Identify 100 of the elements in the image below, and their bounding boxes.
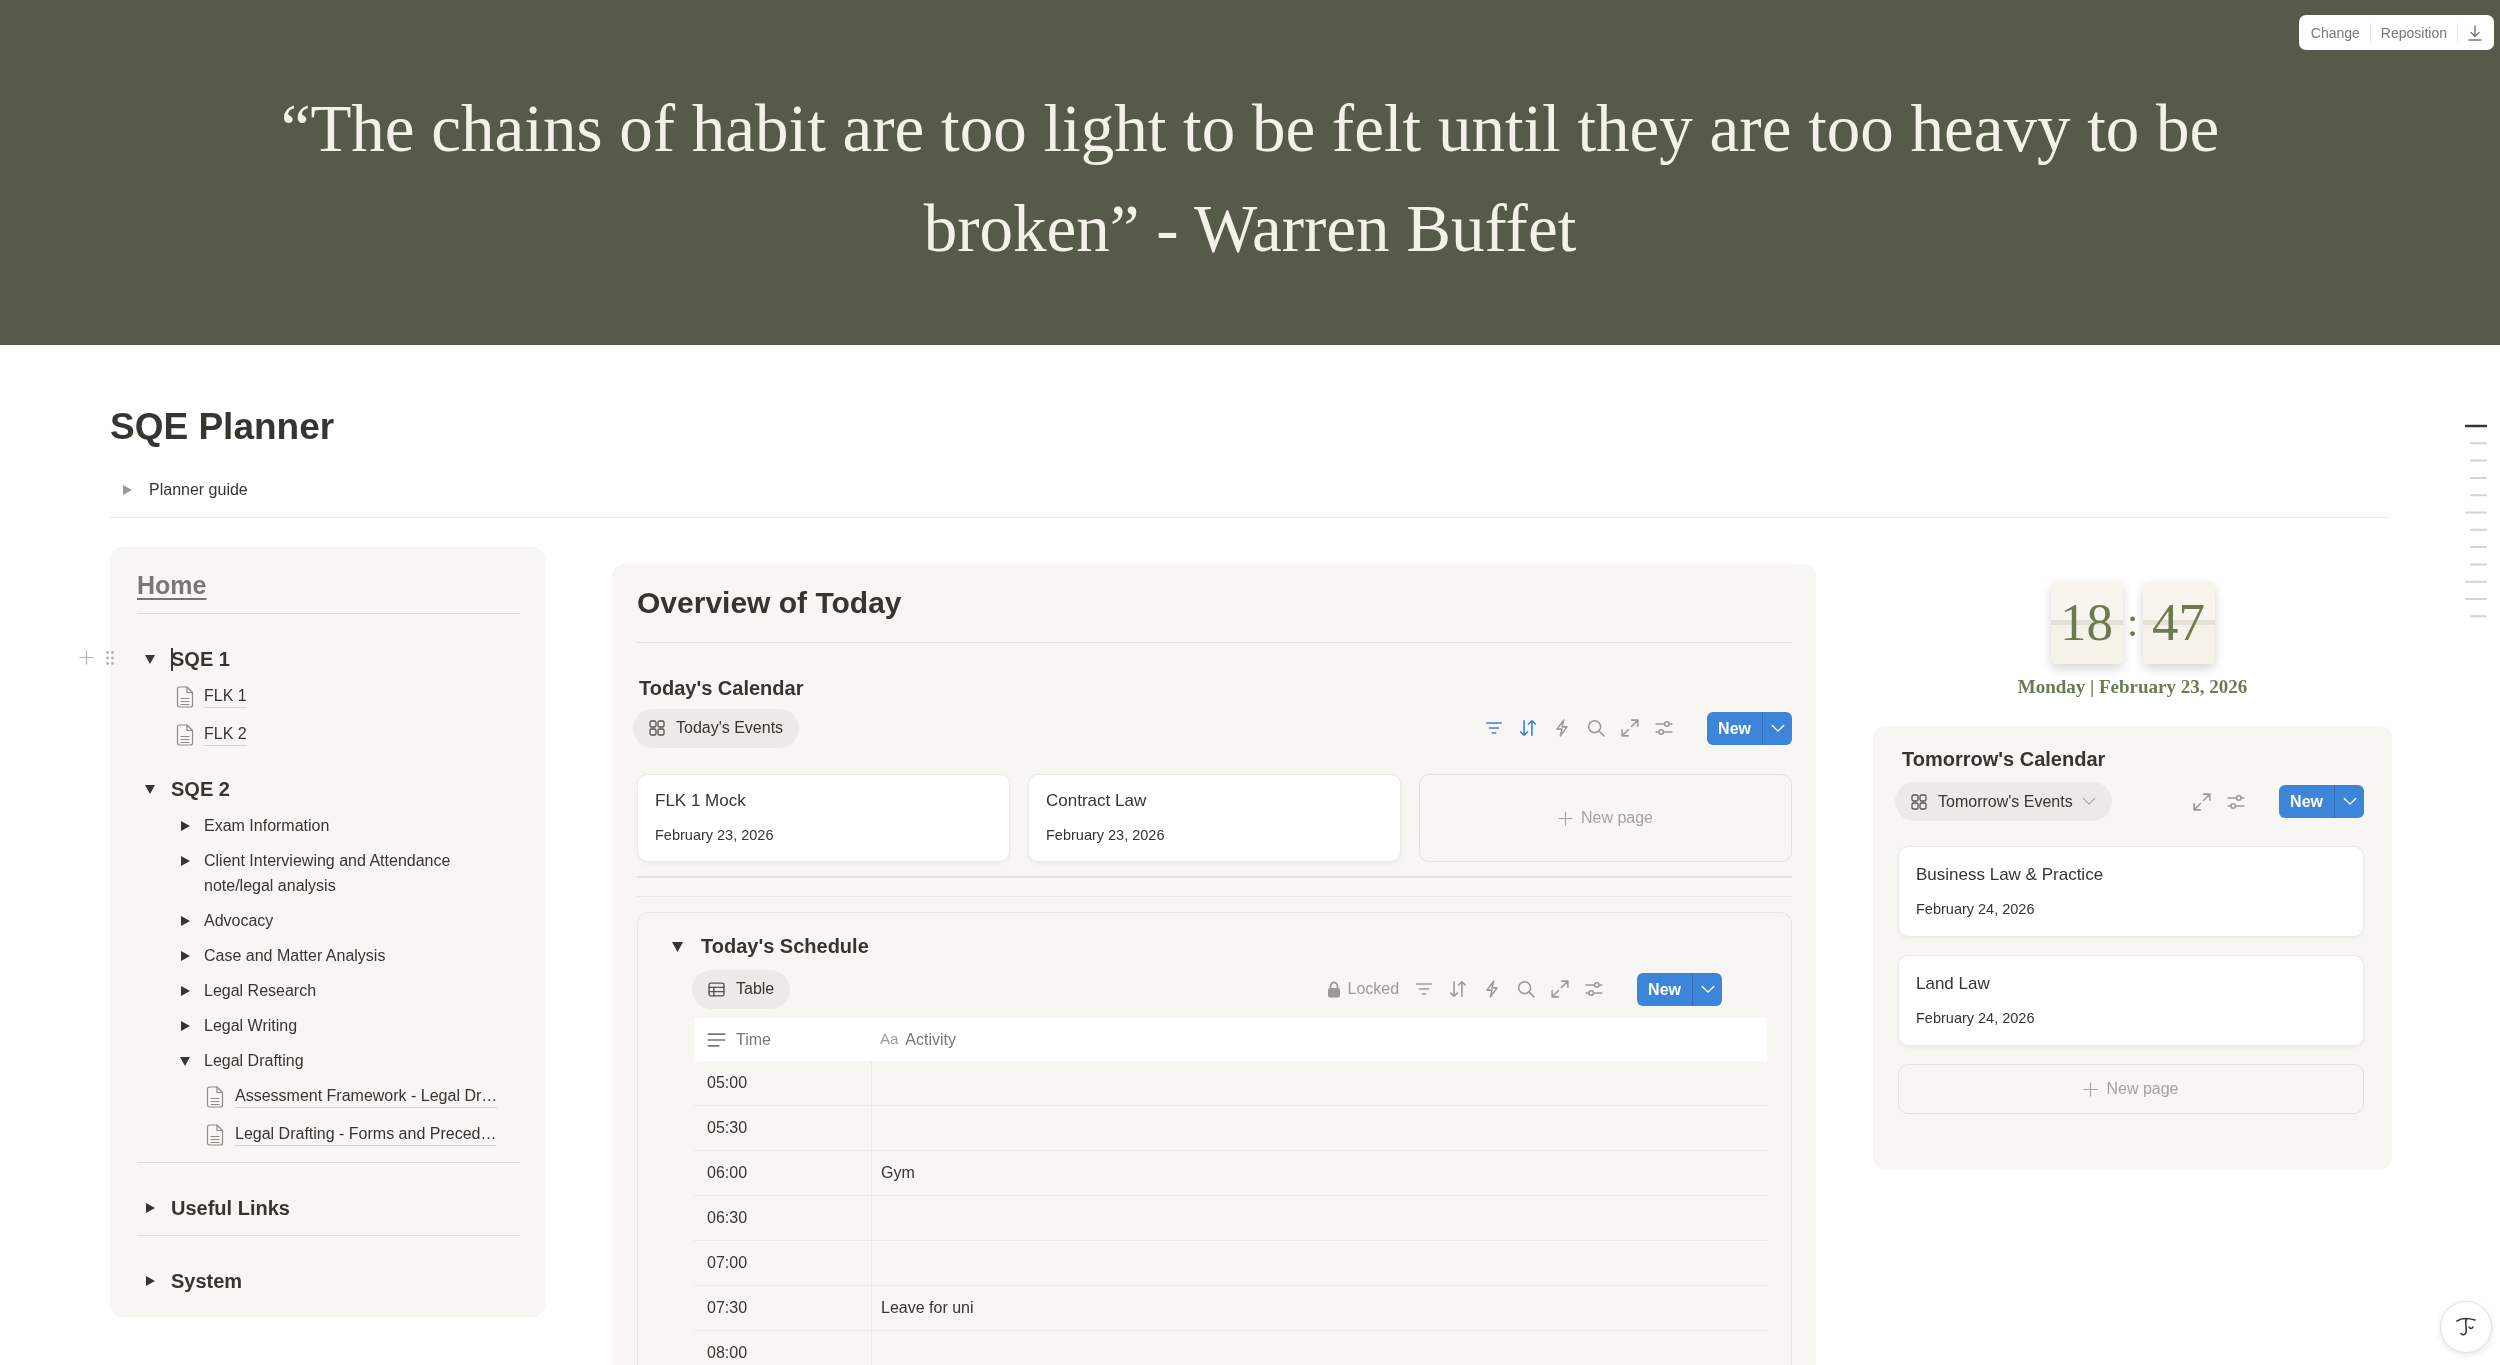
triangle-down-icon[interactable] — [180, 1055, 190, 1066]
sliders-icon[interactable] — [1655, 719, 1674, 737]
cell-text: 06:00 — [707, 1163, 748, 1183]
triangle-right-icon[interactable] — [145, 1203, 155, 1213]
toggle-label[interactable]: Legal Drafting — [204, 1048, 304, 1073]
page-link[interactable]: FLK 2 — [204, 723, 247, 746]
cell-text: 07:00 — [707, 1253, 748, 1273]
page-icon — [176, 686, 194, 708]
view-tab[interactable]: Tomorrow's Events — [1895, 782, 2112, 821]
page-link[interactable]: Legal Drafting - Forms and Preced… — [235, 1123, 497, 1146]
cover-quote: “The chains of habit are too light to be felt until they are too heavy to be broken” - Warren Buffet — [279, 90, 2221, 267]
filter-icon[interactable] — [1485, 719, 1504, 737]
filter-icon[interactable] — [1415, 980, 1434, 998]
toggle-label[interactable]: Advocacy — [204, 908, 274, 933]
event-title: Land Law — [1916, 973, 1991, 995]
toggle-label[interactable]: Exam Information — [204, 813, 330, 838]
triangle-down-icon[interactable] — [672, 940, 683, 952]
page-icon — [206, 1124, 224, 1146]
section-title: Today's Calendar — [638, 676, 805, 701]
event-card[interactable]: Land Law February 24, 2026 — [1898, 955, 2364, 1046]
text-type-icon: Aa — [880, 1028, 899, 1051]
grid-icon — [649, 720, 665, 736]
column-header[interactable]: Aa Activity — [871, 1018, 957, 1061]
toggle-label: Planner guide — [149, 480, 248, 500]
grid-icon — [1911, 793, 1927, 810]
triangle-right-icon[interactable] — [180, 1020, 190, 1031]
clock-minutes: 47 — [2142, 581, 2215, 664]
new-menu-button[interactable] — [2334, 785, 2364, 818]
section-heading[interactable]: SQE 1 — [171, 646, 230, 672]
event-card[interactable]: FLK 1 Mock February 23, 2026 — [637, 774, 1010, 862]
home-link[interactable]: Home — [137, 565, 207, 605]
floating-button[interactable] — [2440, 1301, 2492, 1353]
triangle-right-icon[interactable] — [180, 855, 190, 866]
section-title[interactable]: Today's Schedule — [701, 931, 869, 961]
cover-button[interactable]: Reposition — [2370, 17, 2457, 48]
section-heading[interactable]: System — [171, 1268, 243, 1294]
new-button[interactable]: New — [2279, 785, 2334, 818]
view-tab[interactable]: Table — [692, 969, 791, 1009]
expand-icon[interactable] — [1551, 980, 1570, 998]
search-icon[interactable] — [1587, 719, 1606, 737]
toggle-label[interactable]: Legal Research — [204, 978, 317, 1003]
page-link[interactable]: FLK 1 — [204, 685, 247, 708]
page-link[interactable]: Assessment Framework - Legal Dr… — [235, 1085, 498, 1108]
new-button[interactable]: New — [1637, 972, 1692, 1006]
plus-icon — [2083, 1081, 2099, 1097]
outline-markers-icon[interactable] — [2465, 424, 2487, 620]
event-card[interactable]: Contract Law February 23, 2026 — [1028, 774, 1401, 862]
new-menu-button[interactable] — [1762, 711, 1792, 745]
page-icon — [176, 724, 194, 746]
new-menu-button[interactable] — [1692, 972, 1722, 1006]
chevron-down-icon — [2342, 797, 2357, 806]
page-title: SQE Planner — [110, 405, 336, 449]
lock-icon — [1326, 980, 1341, 998]
sort-icon[interactable] — [1519, 719, 1538, 737]
event-title: FLK 1 Mock — [655, 790, 747, 812]
sort-icon[interactable] — [1449, 980, 1468, 998]
triangle-right-icon[interactable] — [180, 820, 190, 831]
event-title: Business Law & Practice — [1916, 864, 2105, 886]
event-title: Contract Law — [1046, 790, 1148, 812]
cell-text: Leave for uni — [881, 1298, 974, 1318]
triangle-right-icon[interactable] — [180, 950, 190, 961]
triangle-right-icon[interactable] — [180, 915, 190, 926]
event-card[interactable]: Business Law & Practice February 24, 2026 — [1898, 846, 2364, 937]
toggle-label[interactable]: Case and Matter Analysis — [204, 943, 386, 968]
toggle-label[interactable]: Legal Writing — [204, 1013, 298, 1038]
new-button[interactable]: New — [1707, 711, 1762, 745]
event-date: February 23, 2026 — [655, 826, 775, 845]
event-date: February 23, 2026 — [1046, 826, 1166, 845]
panel-title: Overview of Today — [637, 585, 903, 621]
column-header[interactable]: Time — [694, 1018, 871, 1061]
cell-text: 05:30 — [707, 1118, 748, 1138]
chevron-down-icon — [1700, 984, 1715, 994]
cover-button[interactable]: Change — [2300, 17, 2370, 48]
drag-handle-icon[interactable] — [106, 650, 114, 665]
event-date: February 24, 2026 — [1916, 900, 2036, 919]
search-icon[interactable] — [1517, 980, 1536, 998]
expand-icon[interactable] — [1621, 719, 1640, 737]
page-icon — [206, 1086, 224, 1108]
plus-icon[interactable] — [79, 650, 94, 665]
sliders-icon[interactable] — [2227, 792, 2246, 811]
table-icon — [708, 981, 725, 997]
cell-text: 06:30 — [707, 1208, 748, 1228]
expand-icon[interactable] — [2193, 792, 2212, 811]
chevron-down-icon — [1770, 723, 1785, 733]
triangle-right-icon[interactable] — [145, 1276, 155, 1286]
triangle-down-icon[interactable] — [145, 784, 155, 794]
event-date: February 24, 2026 — [1916, 1009, 2036, 1028]
sliders-icon[interactable] — [1585, 980, 1604, 998]
view-tab[interactable]: Today's Events — [633, 708, 800, 748]
triangle-down-icon[interactable] — [145, 654, 155, 664]
triangle-right-icon[interactable] — [180, 985, 190, 996]
plus-icon — [1557, 810, 1573, 826]
toggle-label[interactable]: Client Interviewing and Attendance note/legal analysis — [204, 848, 520, 898]
section-heading[interactable]: SQE 2 — [171, 776, 230, 802]
lines-icon — [707, 1032, 726, 1047]
cell-text: Gym — [881, 1163, 915, 1183]
download-icon — [2467, 24, 2483, 41]
clock-date: Monday | February 23, 2026 — [2016, 675, 2249, 699]
section-title: Tomorrow's Calendar — [1901, 747, 2107, 772]
section-heading[interactable]: Useful Links — [171, 1195, 290, 1221]
